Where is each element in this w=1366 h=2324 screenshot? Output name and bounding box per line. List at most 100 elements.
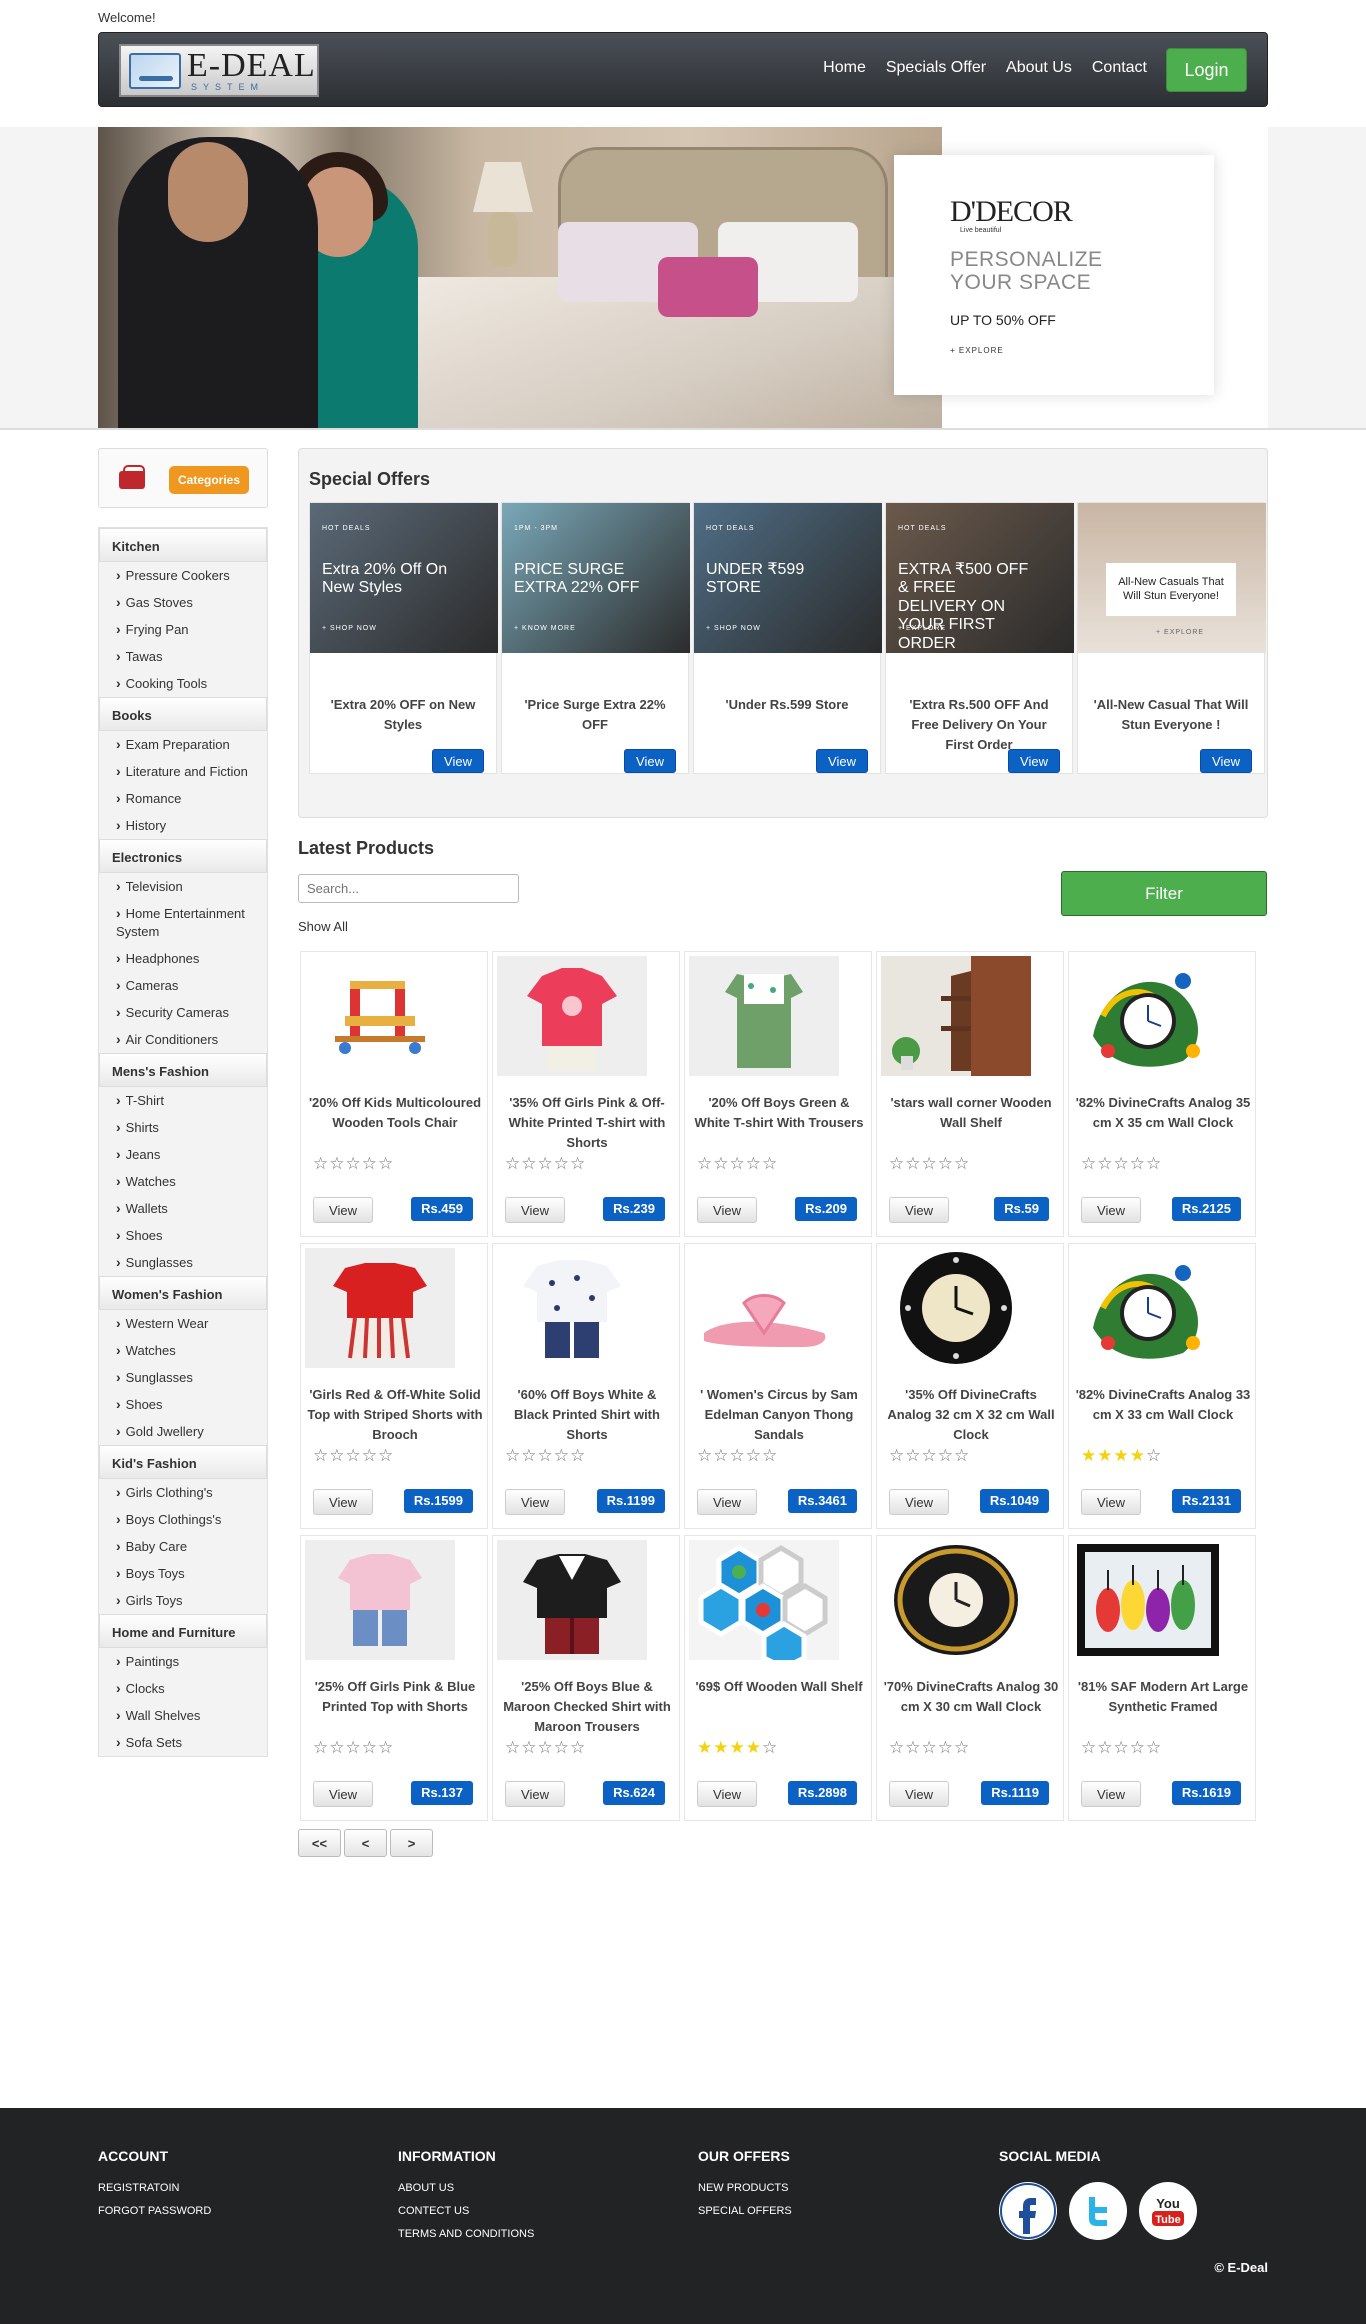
sidebar-item[interactable]: › Sunglasses	[99, 1249, 267, 1276]
star-empty-icon[interactable]: ☆	[362, 1738, 378, 1757]
star-empty-icon[interactable]: ☆	[1130, 1154, 1146, 1173]
product-view-button[interactable]: View	[697, 1197, 757, 1223]
sidebar-group-title[interactable]: Mens's Fashion	[99, 1053, 267, 1087]
star-empty-icon[interactable]: ☆	[1081, 1154, 1097, 1173]
star-empty-icon[interactable]: ☆	[346, 1446, 362, 1465]
sidebar-item[interactable]: › Romance	[99, 785, 267, 812]
product-image[interactable]	[689, 1248, 839, 1368]
star-empty-icon[interactable]: ☆	[938, 1446, 954, 1465]
star-empty-icon[interactable]: ☆	[505, 1738, 521, 1757]
product-view-button[interactable]: View	[1081, 1489, 1141, 1515]
product-image[interactable]	[689, 956, 839, 1076]
product-view-button[interactable]: View	[697, 1489, 757, 1515]
star-empty-icon[interactable]: ☆	[346, 1738, 362, 1757]
sidebar-item[interactable]: › Baby Care	[99, 1533, 267, 1560]
nav-about-us[interactable]: About Us	[1006, 59, 1072, 77]
star-empty-icon[interactable]: ☆	[313, 1446, 329, 1465]
product-image[interactable]	[689, 1540, 839, 1660]
sidebar-item[interactable]: › Boys Clothings's	[99, 1506, 267, 1533]
product-price[interactable]: Rs.459	[411, 1197, 473, 1221]
product-price[interactable]: Rs.2898	[787, 1781, 857, 1805]
star-filled-icon[interactable]: ★	[730, 1738, 746, 1757]
star-rating[interactable]: ☆☆☆☆☆	[505, 1446, 586, 1466]
offer-image[interactable]: All-New Casuals That Will Stun Everyone!…	[1078, 503, 1266, 653]
star-empty-icon[interactable]: ☆	[570, 1738, 586, 1757]
star-empty-icon[interactable]: ☆	[1130, 1738, 1146, 1757]
sidebar-item[interactable]: › Gas Stoves	[99, 589, 267, 616]
footer-link-contact-us[interactable]: CONTECT US	[398, 2205, 534, 2217]
star-empty-icon[interactable]: ☆	[1097, 1154, 1113, 1173]
product-image[interactable]	[305, 1248, 455, 1368]
star-rating[interactable]: ☆☆☆☆☆	[1081, 1154, 1162, 1174]
sidebar-item[interactable]: › Sofa Sets	[99, 1729, 267, 1756]
product-view-button[interactable]: View	[505, 1489, 565, 1515]
sidebar-item[interactable]: › Watches	[99, 1337, 267, 1364]
product-price[interactable]: Rs.2125	[1171, 1197, 1241, 1221]
product-view-button[interactable]: View	[505, 1197, 565, 1223]
product-view-button[interactable]: View	[1081, 1197, 1141, 1223]
sidebar-item[interactable]: › Shirts	[99, 1114, 267, 1141]
footer-link-special-offers[interactable]: SPECIAL OFFERS	[698, 2205, 792, 2217]
footer-link-forgot-password[interactable]: FORGOT PASSWORD	[98, 2205, 211, 2217]
sidebar-item[interactable]: › Frying Pan	[99, 616, 267, 643]
sidebar-item[interactable]: › Shoes	[99, 1222, 267, 1249]
sidebar-group-title[interactable]: Kid's Fashion	[99, 1445, 267, 1479]
product-price[interactable]: Rs.239	[603, 1197, 665, 1221]
page-next-button[interactable]: >	[390, 1829, 433, 1857]
product-price[interactable]: Rs.3461	[787, 1489, 857, 1513]
star-empty-icon[interactable]: ☆	[746, 1154, 762, 1173]
sidebar-group-title[interactable]: Home and Furniture	[99, 1614, 267, 1648]
offer-image[interactable]: HOT DEALS EXTRA ₹500 OFF & FREE DELIVERY …	[886, 503, 1074, 653]
nav-contact[interactable]: Contact	[1092, 59, 1147, 77]
sidebar-item[interactable]: › Air Conditioners	[99, 1026, 267, 1053]
star-empty-icon[interactable]: ☆	[362, 1154, 378, 1173]
product-image[interactable]	[1073, 1248, 1223, 1368]
star-empty-icon[interactable]: ☆	[521, 1738, 537, 1757]
star-rating[interactable]: ☆☆☆☆☆	[313, 1738, 394, 1758]
sidebar-item[interactable]: › Security Cameras	[99, 999, 267, 1026]
product-image[interactable]	[305, 1540, 455, 1660]
star-empty-icon[interactable]: ☆	[554, 1154, 570, 1173]
star-empty-icon[interactable]: ☆	[762, 1446, 778, 1465]
search-input[interactable]	[298, 874, 519, 903]
sidebar-item[interactable]: › Wallets	[99, 1195, 267, 1222]
star-rating[interactable]: ★★★★☆	[697, 1738, 778, 1758]
product-view-button[interactable]: View	[889, 1489, 949, 1515]
star-empty-icon[interactable]: ☆	[905, 1446, 921, 1465]
sidebar-group-title[interactable]: Women's Fashion	[99, 1276, 267, 1310]
product-view-button[interactable]: View	[313, 1197, 373, 1223]
star-empty-icon[interactable]: ☆	[505, 1446, 521, 1465]
star-rating[interactable]: ☆☆☆☆☆	[505, 1738, 586, 1758]
footer-link-registration[interactable]: REGISTRATOIN	[98, 2182, 211, 2194]
star-empty-icon[interactable]: ☆	[346, 1154, 362, 1173]
offer-image[interactable]: HOT DEALS Extra 20% Off On New Styles + SH…	[310, 503, 498, 653]
product-view-button[interactable]: View	[313, 1781, 373, 1807]
product-price[interactable]: Rs.1599	[403, 1489, 473, 1513]
filter-button[interactable]: Filter	[1061, 871, 1267, 916]
product-price[interactable]: Rs.1199	[596, 1489, 665, 1513]
sidebar-item[interactable]: › Cooking Tools	[99, 670, 267, 697]
star-empty-icon[interactable]: ☆	[938, 1738, 954, 1757]
star-empty-icon[interactable]: ☆	[313, 1154, 329, 1173]
sidebar-item[interactable]: › Watches	[99, 1168, 267, 1195]
product-image[interactable]	[497, 956, 647, 1076]
product-image[interactable]	[305, 956, 455, 1076]
star-empty-icon[interactable]: ☆	[697, 1154, 713, 1173]
product-image[interactable]	[497, 1248, 647, 1368]
sidebar-item[interactable]: › T-Shirt	[99, 1087, 267, 1114]
star-empty-icon[interactable]: ☆	[378, 1446, 394, 1465]
sidebar-item[interactable]: › Jeans	[99, 1141, 267, 1168]
footer-link-new-products[interactable]: NEW PRODUCTS	[698, 2182, 792, 2194]
star-empty-icon[interactable]: ☆	[746, 1446, 762, 1465]
star-empty-icon[interactable]: ☆	[329, 1154, 345, 1173]
product-price[interactable]: Rs.209	[795, 1197, 857, 1221]
sidebar-item[interactable]: › Girls Clothing's	[99, 1479, 267, 1506]
star-empty-icon[interactable]: ☆	[762, 1154, 778, 1173]
sidebar-group-title[interactable]: Books	[99, 697, 267, 731]
star-empty-icon[interactable]: ☆	[521, 1446, 537, 1465]
star-empty-icon[interactable]: ☆	[938, 1154, 954, 1173]
product-view-button[interactable]: View	[505, 1781, 565, 1807]
sidebar-item[interactable]: › Headphones	[99, 945, 267, 972]
product-image[interactable]	[881, 1540, 1031, 1660]
star-empty-icon[interactable]: ☆	[889, 1738, 905, 1757]
